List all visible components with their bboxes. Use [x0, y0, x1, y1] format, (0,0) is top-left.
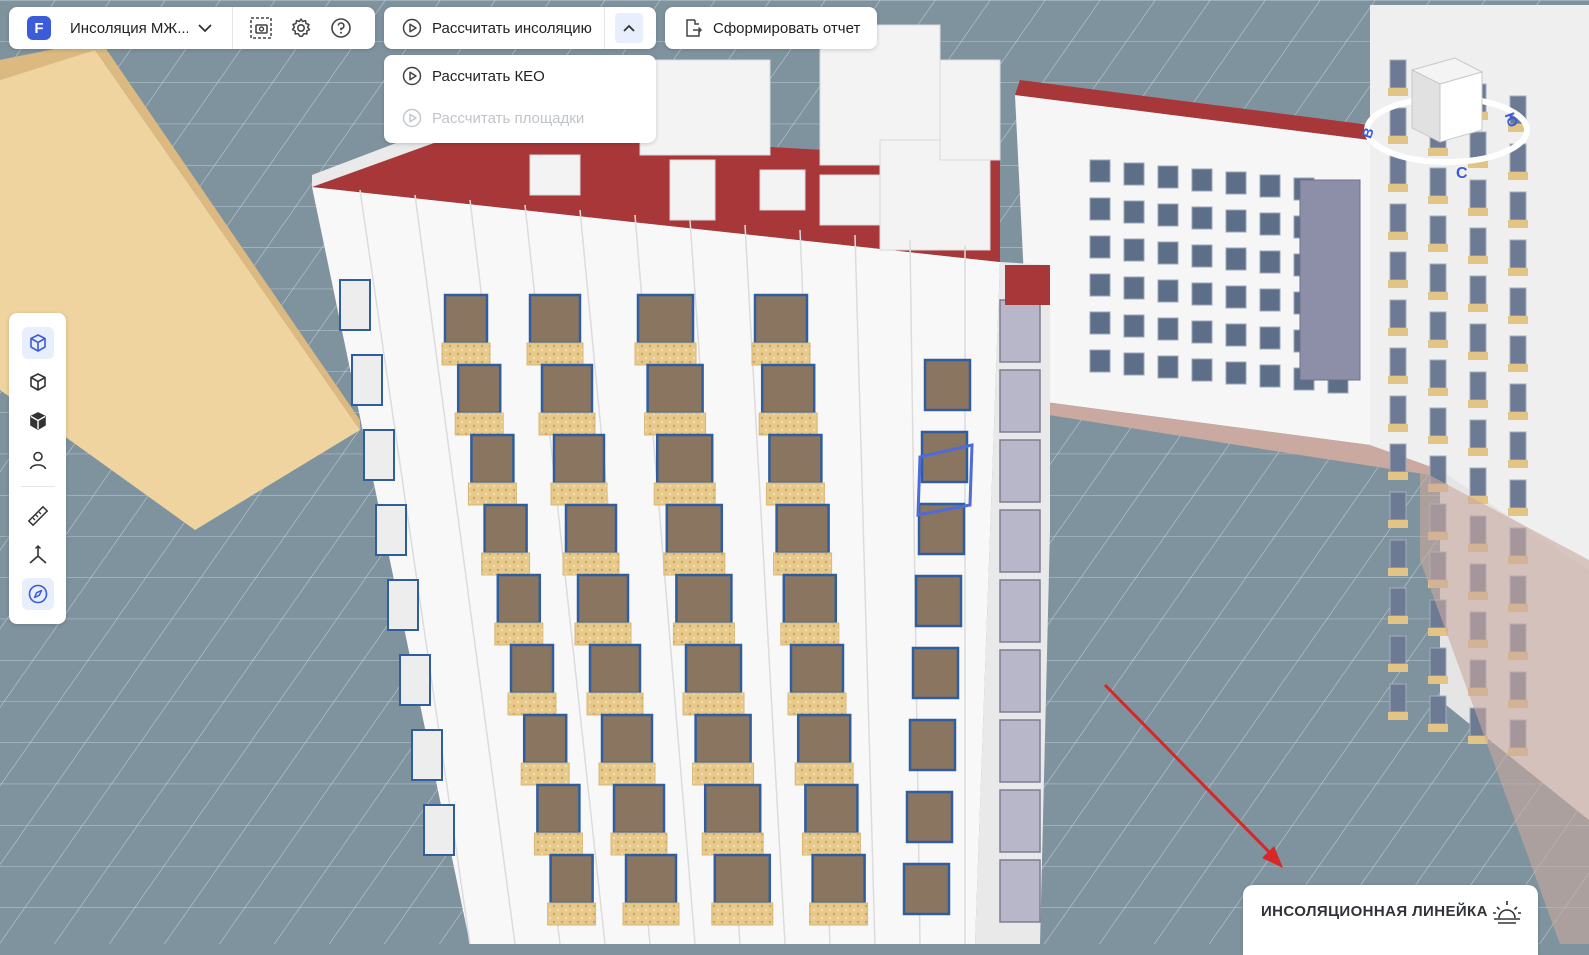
gear-icon[interactable] [287, 14, 315, 42]
divider [21, 486, 55, 487]
play-circle-icon [402, 18, 422, 38]
insolation-ruler-label: ИНСОЛЯЦИОННАЯ ЛИНЕЙКА [1261, 903, 1488, 920]
play-circle-icon [402, 108, 422, 128]
axes-icon[interactable] [22, 539, 54, 571]
calculation-toolbar: Рассчитать инсоляцию [384, 7, 656, 49]
compass-icon[interactable] [22, 578, 54, 610]
insolation-ruler-panel[interactable]: ИНСОЛЯЦИОННАЯ ЛИНЕЙКА [1243, 885, 1538, 955]
menu-item-label: Рассчитать площадки [432, 109, 585, 127]
project-name[interactable]: Инсоляция МЖ... [70, 20, 188, 37]
left-toolbar [9, 313, 66, 624]
divider [603, 7, 605, 49]
camera-capture-icon[interactable] [247, 14, 275, 42]
play-circle-icon [402, 66, 422, 86]
menu-item-calc-keo[interactable]: Рассчитать КЕО [402, 66, 545, 86]
calc-options-toggle[interactable] [614, 13, 643, 43]
calc-dropdown-menu: Рассчитать КЕО Рассчитать площадки [384, 55, 656, 143]
menu-item-calc-areas: Рассчитать площадки [402, 108, 584, 128]
solid-cube-icon[interactable] [22, 405, 54, 437]
3d-viewport[interactable]: В Ю С [0, 0, 1589, 944]
chevron-up-icon [623, 24, 635, 32]
view-cube-icon[interactable] [22, 327, 54, 359]
calculate-insolation-button[interactable]: Рассчитать инсоляцию [384, 7, 592, 49]
export-file-icon [686, 19, 703, 37]
app-logo: F [27, 16, 51, 40]
chevron-down-icon[interactable] [194, 17, 216, 39]
ruler-icon[interactable] [22, 500, 54, 532]
menu-item-label: Рассчитать КЕО [432, 67, 545, 85]
calculate-insolation-label: Рассчитать инсоляцию [432, 19, 592, 37]
generate-report-label: Сформировать отчет [713, 19, 861, 37]
help-circle-icon[interactable] [327, 14, 355, 42]
sunrise-icon [1493, 901, 1521, 924]
viewcube-letter-n: С [1456, 165, 1468, 182]
project-toolbar: F Инсоляция МЖ... [9, 7, 375, 49]
wireframe-cube-icon[interactable] [22, 366, 54, 398]
person-icon[interactable] [22, 444, 54, 476]
generate-report-button[interactable]: Сформировать отчет [665, 7, 877, 49]
divider [232, 7, 233, 49]
